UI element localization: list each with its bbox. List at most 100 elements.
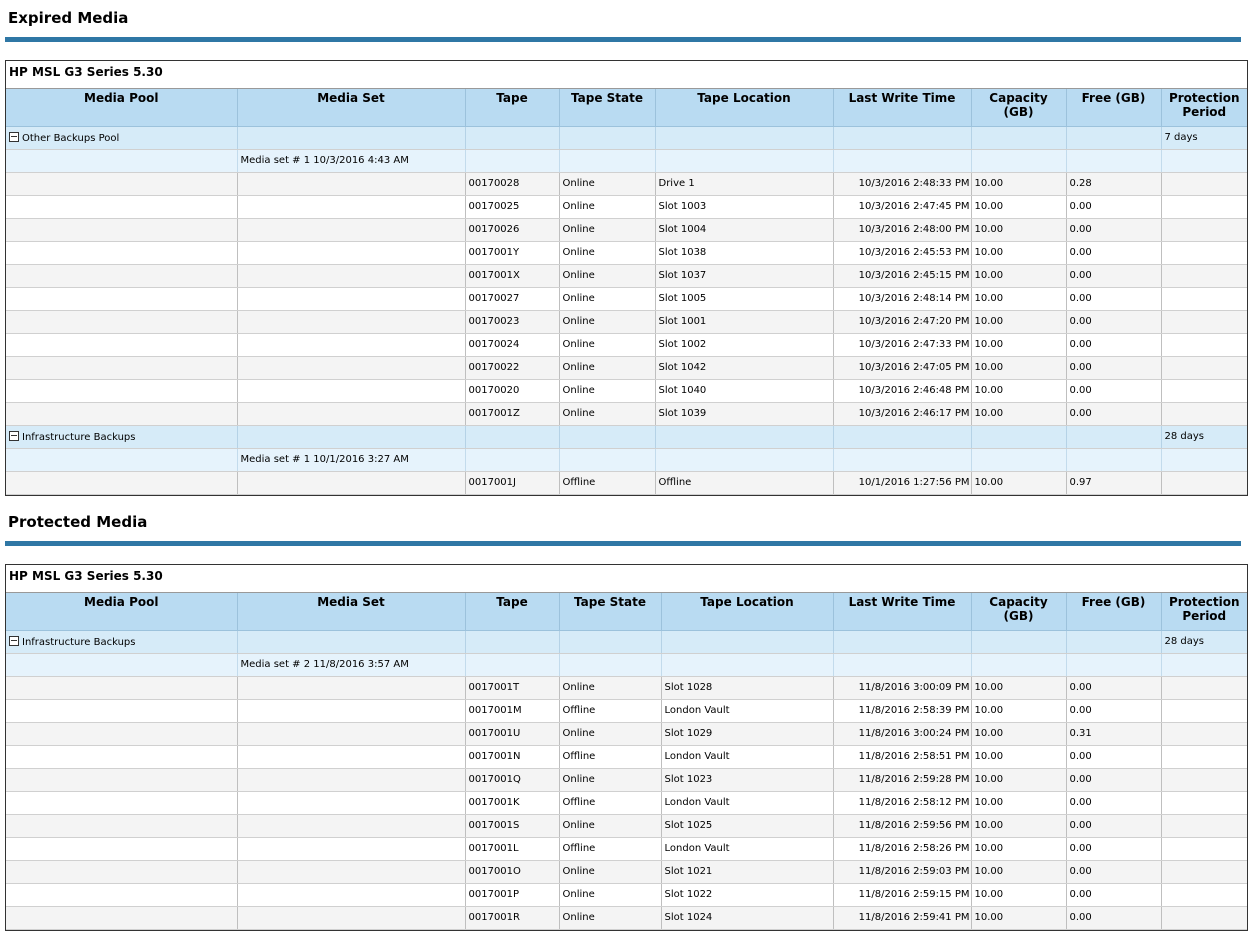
protection-period-cell: 7 days (1161, 126, 1247, 150)
last-write-time-cell: 11/8/2016 2:59:56 PM (833, 814, 972, 838)
tape-location-cell: Slot 1024 (661, 906, 834, 930)
media-set-cell (237, 768, 466, 792)
media-set-cell (237, 699, 466, 723)
tape-row: 00170027 Online Slot 1005 10/3/2016 2:48:14… (6, 287, 1247, 311)
tape-row: 0017001L Offline London Vault 11/8/2016 2:5… (6, 837, 1247, 861)
capacity-cell (971, 425, 1067, 449)
collapse-toggle-icon[interactable] (9, 131, 19, 142)
tape-location-cell: Slot 1042 (655, 356, 834, 380)
tape-location-cell: Slot 1021 (661, 860, 834, 884)
media-pool-cell (6, 883, 238, 907)
tape-location-cell: Slot 1022 (661, 883, 834, 907)
tape-cell: 0017001O (465, 860, 560, 884)
capacity-cell: 10.00 (971, 310, 1067, 334)
tape-state-cell: Online (559, 264, 656, 288)
protection-period-cell (1161, 402, 1247, 426)
media-pool-cell (6, 745, 238, 769)
tape-row: 0017001N Offline London Vault 11/8/2016 2:5… (6, 745, 1247, 769)
protection-period-cell: 28 days (1161, 630, 1247, 654)
column-header-free: Free (GB) (1066, 89, 1162, 127)
tape-location-cell: London Vault (661, 791, 834, 815)
tape-cell: 0017001R (465, 906, 560, 930)
tape-location-cell: London Vault (661, 745, 834, 769)
media-set-cell (237, 906, 466, 930)
protection-period-cell (1161, 379, 1247, 403)
capacity-cell: 10.00 (971, 676, 1067, 700)
protection-period-cell (1161, 906, 1247, 930)
capacity-cell: 10.00 (971, 814, 1067, 838)
free-cell (1066, 425, 1162, 449)
protection-period-cell (1161, 699, 1247, 723)
tape-state-cell: Online (559, 172, 656, 196)
tape-row: 00170025 Online Slot 1003 10/3/2016 2:47:45… (6, 195, 1247, 219)
tape-cell: 0017001Q (465, 768, 560, 792)
tape-location-cell (661, 653, 834, 677)
last-write-time-cell: 10/3/2016 2:47:05 PM (833, 356, 972, 380)
tape-state-cell (559, 425, 656, 449)
media-pool-cell (6, 310, 238, 334)
expired-device-title: HP MSL G3 Series 5.30 (6, 61, 1247, 89)
tape-location-cell: Slot 1002 (655, 333, 834, 357)
media-set-cell (237, 333, 466, 357)
last-write-time-cell: 11/8/2016 2:59:28 PM (833, 768, 972, 792)
tape-cell: 0017001M (465, 699, 560, 723)
capacity-cell: 10.00 (971, 883, 1067, 907)
last-write-time-cell (833, 653, 972, 677)
free-cell: 0.00 (1066, 264, 1162, 288)
tape-state-cell: Online (559, 333, 656, 357)
last-write-time-cell: 10/3/2016 2:48:14 PM (833, 287, 972, 311)
free-cell (1066, 149, 1162, 173)
tape-cell: 0017001J (465, 471, 560, 495)
protection-period-cell (1161, 172, 1247, 196)
media-pool-cell (6, 149, 238, 173)
media-set-row: Media set # 1 10/1/2016 3:27 AM (6, 448, 1247, 472)
media-pool-row: Infrastructure Backups 28 days (6, 630, 1247, 654)
column-header-media-pool: Media Pool (6, 89, 238, 127)
tape-row: 00170023 Online Slot 1001 10/3/2016 2:47:20… (6, 310, 1247, 334)
last-write-time-cell (833, 448, 972, 472)
tape-state-cell (559, 149, 656, 173)
protection-period-cell: 28 days (1161, 425, 1247, 449)
tape-row: 0017001T Online Slot 1028 11/8/2016 3:00:09… (6, 676, 1247, 700)
media-pool-cell (6, 195, 238, 219)
tape-row: 0017001O Online Slot 1021 11/8/2016 2:59:03… (6, 860, 1247, 884)
capacity-cell: 10.00 (971, 471, 1067, 495)
tape-row: 0017001U Online Slot 1029 11/8/2016 3:00:24… (6, 722, 1247, 746)
media-pool-cell (6, 860, 238, 884)
tape-state-cell: Offline (559, 791, 662, 815)
protection-period-cell (1161, 218, 1247, 242)
tape-state-cell (559, 126, 656, 150)
column-header-row: Media Pool Media Set Tape Tape State Tape Lo… (6, 89, 1247, 127)
column-header-capacity: Capacity (GB) (971, 593, 1067, 631)
media-pool-name: Infrastructure Backups (22, 431, 136, 443)
media-pool-cell (6, 837, 238, 861)
media-set-cell (237, 630, 466, 654)
free-cell: 0.00 (1066, 241, 1162, 265)
protection-period-cell (1161, 356, 1247, 380)
tape-cell: 00170028 (465, 172, 560, 196)
free-cell: 0.00 (1066, 768, 1162, 792)
column-header-media-set: Media Set (237, 593, 466, 631)
media-set-cell: Media set # 1 10/1/2016 3:27 AM (237, 448, 466, 472)
column-header-tape-location: Tape Location (661, 593, 834, 631)
tape-cell: 0017001Z (465, 402, 560, 426)
tape-state-cell: Online (559, 241, 656, 265)
tape-state-cell (559, 630, 662, 654)
media-pool-cell: Infrastructure Backups (6, 630, 238, 654)
capacity-cell: 10.00 (971, 768, 1067, 792)
tape-cell: 0017001U (465, 722, 560, 746)
collapse-toggle-icon[interactable] (9, 635, 19, 646)
tape-cell: 0017001X (465, 264, 560, 288)
tape-cell (465, 425, 560, 449)
protection-period-cell (1161, 149, 1247, 173)
media-set-cell (237, 837, 466, 861)
collapse-toggle-icon[interactable] (9, 430, 19, 441)
media-set-row: Media set # 2 11/8/2016 3:57 AM (6, 653, 1247, 677)
tape-location-cell: London Vault (661, 837, 834, 861)
media-pool-cell (6, 653, 238, 677)
last-write-time-cell: 11/8/2016 2:59:41 PM (833, 906, 972, 930)
protection-period-cell (1161, 195, 1247, 219)
last-write-time-cell: 11/8/2016 2:59:15 PM (833, 883, 972, 907)
tape-row: 0017001S Online Slot 1025 11/8/2016 2:59:56… (6, 814, 1247, 838)
last-write-time-cell: 10/3/2016 2:45:15 PM (833, 264, 972, 288)
